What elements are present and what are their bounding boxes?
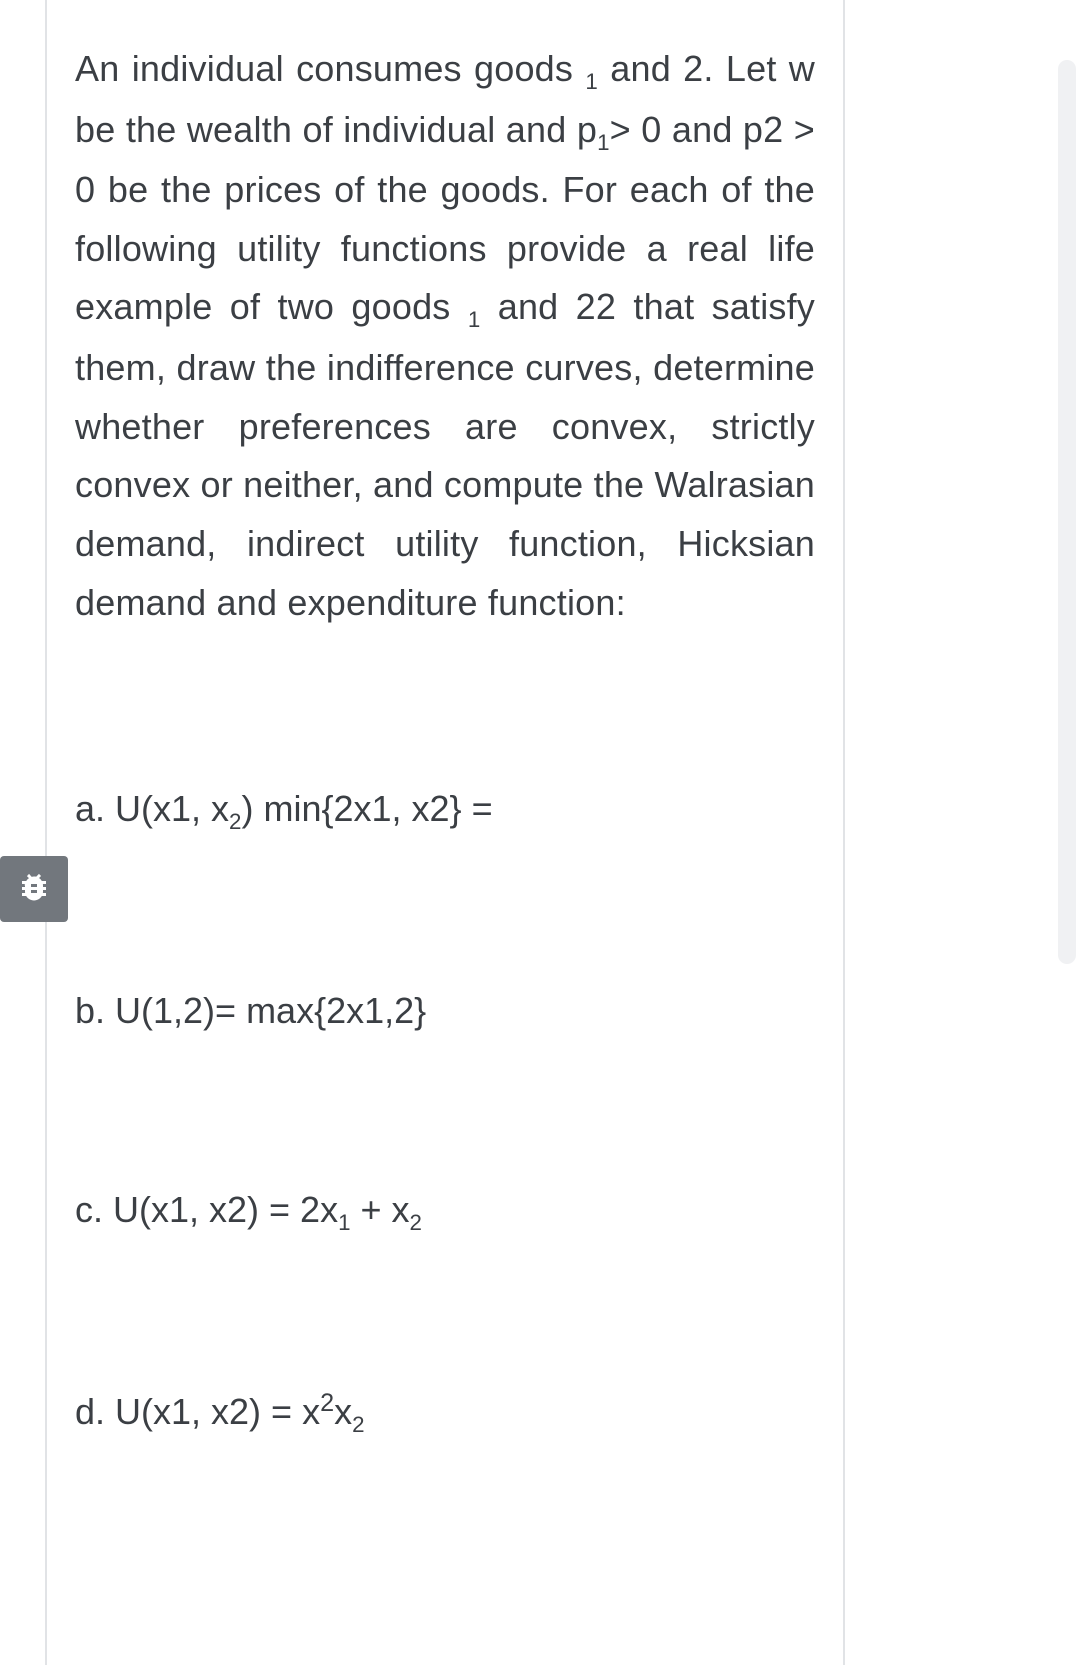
bug-icon [16,869,52,910]
item-b-text: b. U(1,2)= max{2x1,2} [75,990,426,1031]
intro-text-1: An individual consumes goods [75,48,585,89]
scrollbar-thumb[interactable] [1058,60,1076,964]
intro-text-4: and 22 that satisfy them, draw the indif… [75,286,815,622]
item-c-pre: c. U(x1, x2) = 2x [75,1189,338,1230]
item-a-sub: 2 [229,810,241,835]
item-c-sub2: 2 [410,1210,422,1235]
item-a-post: ) min{2x1, x2} = [241,788,492,829]
item-a: a. U(x1, x2) min{2x1, x2} = [75,782,815,839]
intro-paragraph: An individual consumes goods 1 and 2. Le… [75,40,815,632]
content-card: An individual consumes goods 1 and 2. Le… [45,0,845,1665]
item-b: b. U(1,2)= max{2x1,2} [75,984,815,1038]
item-d: d. U(x1, x2) = x2x2 [75,1385,815,1442]
item-d-sub: 2 [352,1412,364,1437]
item-a-pre: a. U(x1, x [75,788,229,829]
intro-sub-1: 1 [585,69,598,94]
intro-sub-3: 1 [468,308,481,333]
item-c: c. U(x1, x2) = 2x1 + x2 [75,1183,815,1240]
intro-sub-2: 1 [597,130,610,155]
item-d-mid: x [334,1391,352,1432]
item-c-sub1: 1 [338,1210,350,1235]
bug-report-button[interactable] [0,856,68,922]
item-d-pre: d. U(x1, x2) = x [75,1391,320,1432]
item-c-mid: + x [351,1189,410,1230]
item-d-sup: 2 [320,1389,334,1417]
